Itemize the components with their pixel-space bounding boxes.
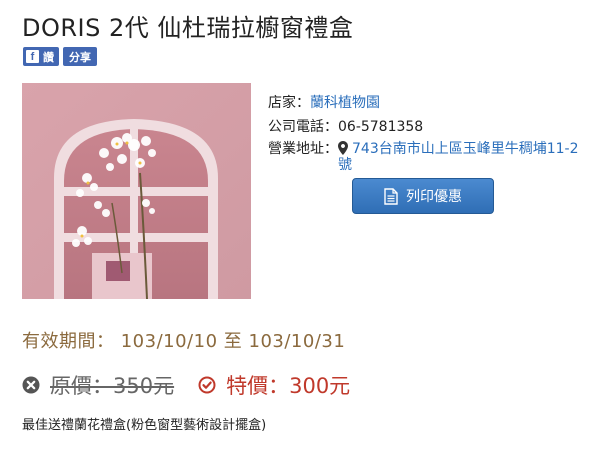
store-address-link[interactable]: 743台南市山上區玉峰里牛稠埔11-2號 (338, 141, 579, 173)
original-price-value: 350元 (113, 374, 175, 398)
print-coupon-label: 列印優惠 (406, 189, 462, 205)
print-coupon-button[interactable]: 列印優惠 (352, 178, 494, 214)
product-photo (22, 83, 251, 299)
store-address-row: 營業地址： 743台南市山上區玉峰里牛稠埔11-2號 (268, 141, 588, 173)
page-title: DORIS 2代 仙杜瑞拉櫥窗禮盒 (22, 14, 354, 42)
social-buttons: f 讚 分享 (23, 47, 97, 66)
like-label: 讚 (43, 50, 54, 64)
store-address-label: 營業地址： (268, 141, 338, 157)
store-name-row: 店家：蘭科植物園 (268, 93, 588, 117)
special-price-label: 特價： (226, 374, 290, 398)
times-circle-icon (22, 376, 40, 394)
store-info: 店家：蘭科植物園 公司電話：06-5781358 營業地址： 743台南市山上區玉… (268, 93, 588, 173)
validity-period: 有效期間： 103/10/10 至 103/10/31 (22, 327, 345, 353)
facebook-share-button[interactable]: 分享 (63, 47, 97, 66)
original-price: 原價：350元 (22, 370, 174, 400)
product-description: 最佳送禮蘭花禮盒(粉色窗型藝術設計擺盒) (22, 418, 267, 433)
map-marker-icon (338, 141, 348, 155)
validity-start: 103/10/10 (120, 331, 218, 352)
validity-label: 有效期間： (22, 331, 115, 352)
store-phone-row: 公司電話：06-5781358 (268, 117, 588, 141)
original-price-label: 原價： (50, 374, 113, 398)
document-icon (384, 187, 398, 205)
special-price-value: 300元 (289, 374, 351, 398)
special-price: 特價： 300元 (198, 370, 350, 400)
check-circle-icon (198, 376, 216, 394)
validity-end: 103/10/31 (248, 331, 346, 352)
store-name-link[interactable]: 蘭科植物園 (310, 95, 380, 111)
price-row: 原價：350元 特價： 300元 (22, 370, 350, 400)
share-label: 分享 (69, 50, 91, 64)
store-phone-label: 公司電話： (268, 119, 338, 135)
store-name-label: 店家： (268, 95, 310, 111)
product-photo-illustration (22, 83, 251, 299)
facebook-like-icon: f (26, 50, 39, 63)
validity-to: 至 (223, 331, 243, 352)
store-phone: 06-5781358 (338, 119, 424, 135)
facebook-like-button[interactable]: f 讚 (23, 47, 59, 66)
